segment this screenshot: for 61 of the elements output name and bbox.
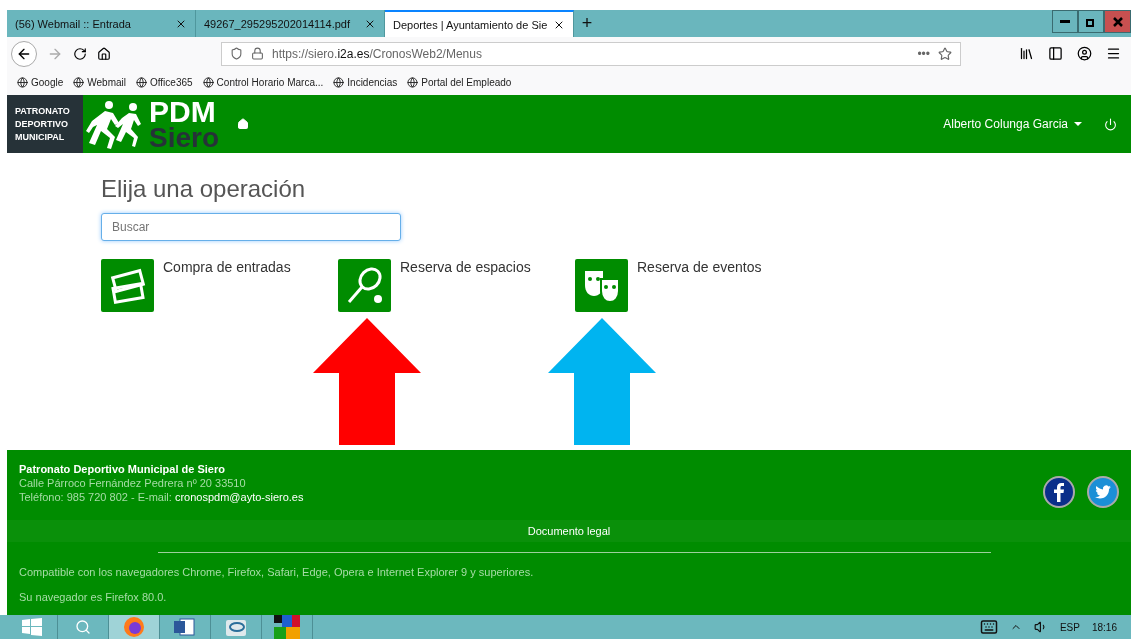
close-button[interactable]	[1104, 10, 1131, 33]
new-tab-button[interactable]: +	[574, 10, 600, 37]
power-icon[interactable]	[1104, 117, 1117, 131]
logo-text: MUNICIPAL	[15, 132, 66, 142]
clock-time[interactable]: 18:16	[1091, 621, 1117, 633]
library-icon[interactable]	[1019, 46, 1034, 61]
bookmark[interactable]: Portal del Empleado	[407, 77, 512, 88]
firefox-taskbar-icon[interactable]	[109, 615, 160, 639]
restore-button[interactable]	[1078, 10, 1104, 33]
operation-link[interactable]: Compra de entradas	[163, 259, 291, 275]
account-icon[interactable]	[1077, 46, 1092, 61]
logo-text: DEPORTIVO	[15, 119, 69, 129]
close-icon	[1112, 16, 1123, 27]
bookmark[interactable]: Google	[17, 77, 64, 88]
sidebar-icon[interactable]	[1048, 46, 1063, 61]
address-bar[interactable]: https://siero.i2a.es/CronosWeb2/Menus •••	[221, 41, 961, 66]
bookmark[interactable]: Webmail	[73, 77, 126, 88]
windows-icon	[22, 618, 42, 636]
globe-icon	[135, 77, 147, 88]
globe-icon	[333, 77, 345, 88]
star-icon[interactable]	[938, 46, 952, 61]
search-field[interactable]: Buscar	[101, 213, 401, 241]
lock-icon	[251, 47, 264, 60]
home-icon[interactable]	[97, 46, 111, 61]
bird-icon[interactable]	[1087, 475, 1119, 508]
bookmark[interactable]: Control Horario Marca...	[202, 77, 324, 88]
browser-version-note: Su navegador es Firefox 80.0.	[18, 590, 168, 603]
operation-link[interactable]: Reserva de espacios	[400, 259, 531, 275]
operation-tile[interactable]	[338, 259, 391, 312]
facebook-icon[interactable]	[1043, 475, 1075, 508]
logo-text: PATRONATO	[15, 106, 71, 116]
compatibility-note: Compatible con los navegadores Chrome, Firefox, Safari, Edge, Opera e Internet Explorer 9 y superiores.	[18, 565, 535, 578]
globe-icon	[407, 77, 419, 88]
user-menu[interactable]: Alberto Colunga Garcia	[943, 117, 1082, 131]
operation-tile[interactable]	[575, 259, 628, 312]
globe-icon	[17, 77, 28, 88]
search-icon	[75, 619, 91, 635]
restore-icon	[1086, 16, 1096, 27]
shield-icon[interactable]	[230, 47, 243, 60]
menu-icon[interactable]	[1106, 46, 1121, 61]
operation-link[interactable]: Reserva de eventos	[637, 259, 762, 275]
bookmark[interactable]: Office365	[135, 77, 193, 88]
legal-link[interactable]: Documento legal	[7, 520, 1131, 542]
bookmark[interactable]: Incidencias	[333, 77, 398, 88]
org-name: Patronato Deportivo Municipal de Siero	[19, 463, 226, 475]
reload-icon[interactable]	[73, 46, 87, 61]
brand-subtitle: Siero	[149, 124, 220, 151]
keyboard-icon[interactable]	[979, 618, 998, 636]
globe-icon	[202, 77, 214, 88]
language-indicator[interactable]: ESP	[1059, 621, 1080, 633]
more-button[interactable]: •••	[917, 46, 930, 61]
back-button[interactable]	[11, 40, 37, 67]
browser-tab[interactable]: Deportes | Ayuntamiento de Sie	[385, 10, 574, 37]
globe-icon	[73, 77, 85, 88]
page-title: Elija una operación	[101, 175, 307, 203]
operation-tile[interactable]	[101, 259, 154, 312]
brand-title: PDM	[149, 97, 216, 125]
minimize-icon	[1060, 20, 1070, 23]
minimize-button[interactable]	[1052, 10, 1078, 33]
address-text: Calle Párroco Fernández Pedrera nº 20 33510	[19, 477, 247, 489]
contact-text: Teléfono: 985 720 802 - E-mail: cronospdm@ayto-siero.es	[19, 491, 304, 503]
